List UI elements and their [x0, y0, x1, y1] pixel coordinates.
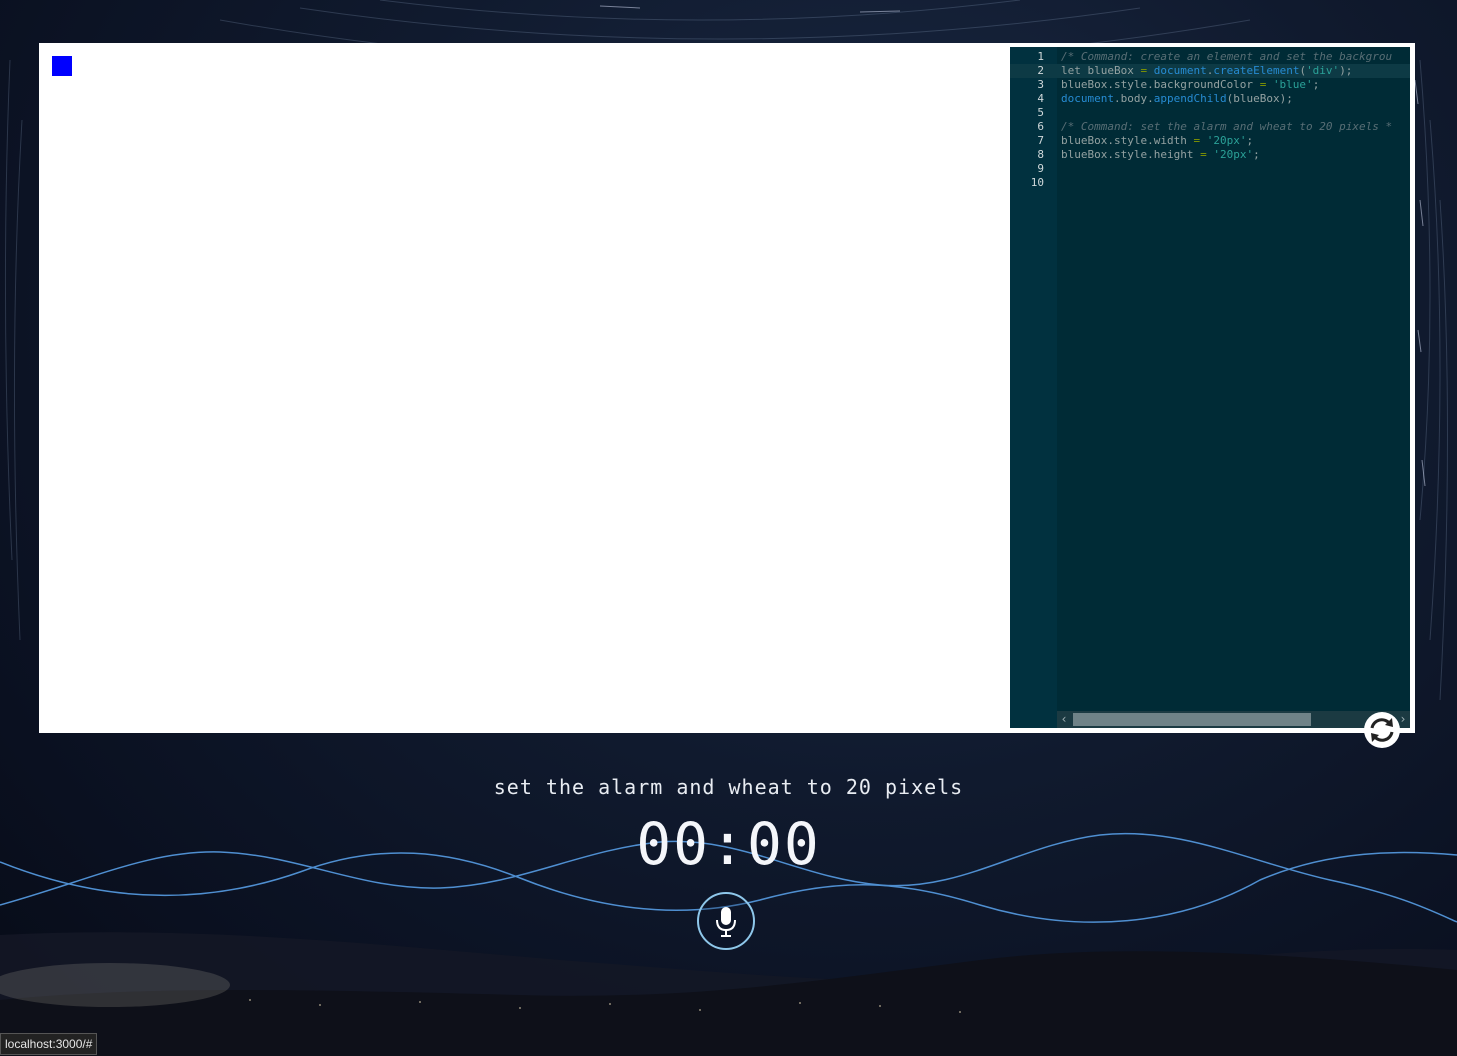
code-line[interactable]: 5: [1010, 106, 1410, 120]
line-number: 1: [1037, 50, 1044, 63]
scrollbar-thumb[interactable]: [1073, 713, 1311, 726]
code-line[interactable]: 1 /* Command: create an element and set t…: [1010, 50, 1410, 64]
refresh-button[interactable]: [1364, 712, 1400, 748]
code-token: =: [1200, 148, 1207, 161]
code-line[interactable]: 2 let blueBox = document.createElement('d…: [1010, 64, 1410, 78]
code-token: blueBox.style.height: [1061, 148, 1201, 161]
code-text: /* Command: set the alarm and wheat to 2…: [1061, 120, 1392, 134]
code-token: .body.: [1113, 92, 1154, 105]
code-token: document: [1061, 92, 1114, 105]
code-text: let blueBox = document.createElement('di…: [1061, 64, 1352, 78]
line-number: 5: [1037, 106, 1044, 119]
line-number: 9: [1037, 162, 1044, 175]
code-line[interactable]: 3 blueBox.style.backgroundColor = 'blue';: [1010, 78, 1410, 92]
code-token: (blueBox);: [1226, 92, 1293, 105]
browser-status-url: localhost:3000/#: [0, 1033, 98, 1055]
code-line[interactable]: 9: [1010, 162, 1410, 176]
code-line[interactable]: 10: [1010, 176, 1410, 190]
line-number: 4: [1037, 92, 1044, 105]
code-token: '20px': [1206, 134, 1247, 147]
code-token: /* Command: set the alarm and wheat to 2…: [1061, 120, 1393, 133]
line-number: 6: [1037, 120, 1044, 133]
code-token: document: [1153, 64, 1207, 77]
preview-blue-box: [52, 56, 72, 76]
horizontal-scrollbar[interactable]: ‹ ›: [1057, 711, 1410, 728]
code-token: let blueBox: [1061, 64, 1141, 77]
code-text: document.body.appendChild(blueBox);: [1061, 92, 1293, 106]
code-line[interactable]: 7 blueBox.style.width = '20px';: [1010, 134, 1410, 148]
recognized-command-text: set the alarm and wheat to 20 pixels: [493, 775, 964, 799]
code-text: blueBox.style.backgroundColor = 'blue';: [1061, 78, 1319, 92]
workspace-frame: 1 /* Command: create an element and set t…: [39, 43, 1415, 733]
scroll-left-icon[interactable]: ‹: [1057, 711, 1071, 728]
preview-pane: [39, 43, 1009, 733]
refresh-icon: [1365, 713, 1399, 747]
code-text: blueBox.style.height = '20px';: [1061, 148, 1260, 162]
line-number: 3: [1037, 78, 1044, 91]
code-line[interactable]: 8 blueBox.style.height = '20px';: [1010, 148, 1410, 162]
code-token: /* Command: create an element and set th…: [1061, 50, 1393, 63]
code-token: ;: [1246, 134, 1254, 147]
microphone-icon: [716, 907, 736, 937]
line-number: 8: [1037, 148, 1044, 161]
code-token: createElement: [1213, 64, 1300, 77]
code-line[interactable]: 4 document.body.appendChild(blueBox);: [1010, 92, 1410, 106]
code-token: appendChild: [1153, 92, 1227, 105]
line-number: 7: [1037, 134, 1044, 147]
code-token: ;: [1253, 148, 1260, 161]
line-number: 2: [1037, 64, 1044, 77]
code-token: 'div': [1306, 64, 1340, 77]
code-editor[interactable]: 1 /* Command: create an element and set t…: [1010, 47, 1410, 728]
code-text: /* Command: create an element and set th…: [1061, 50, 1392, 64]
code-line[interactable]: 6 /* Command: set the alarm and wheat to …: [1010, 120, 1410, 134]
code-token: ;: [1312, 78, 1320, 91]
code-text: blueBox.style.width = '20px';: [1061, 134, 1253, 148]
code-token: );: [1339, 64, 1353, 77]
microphone-button[interactable]: [697, 892, 755, 950]
code-token: 'blue': [1272, 78, 1313, 91]
line-number: 10: [1030, 176, 1044, 189]
code-token: '20px': [1213, 148, 1254, 161]
recording-timer: 00:00: [636, 810, 821, 878]
code-token: blueBox.style.backgroundColor: [1061, 78, 1260, 91]
code-token: blueBox.style.width: [1061, 134, 1194, 147]
